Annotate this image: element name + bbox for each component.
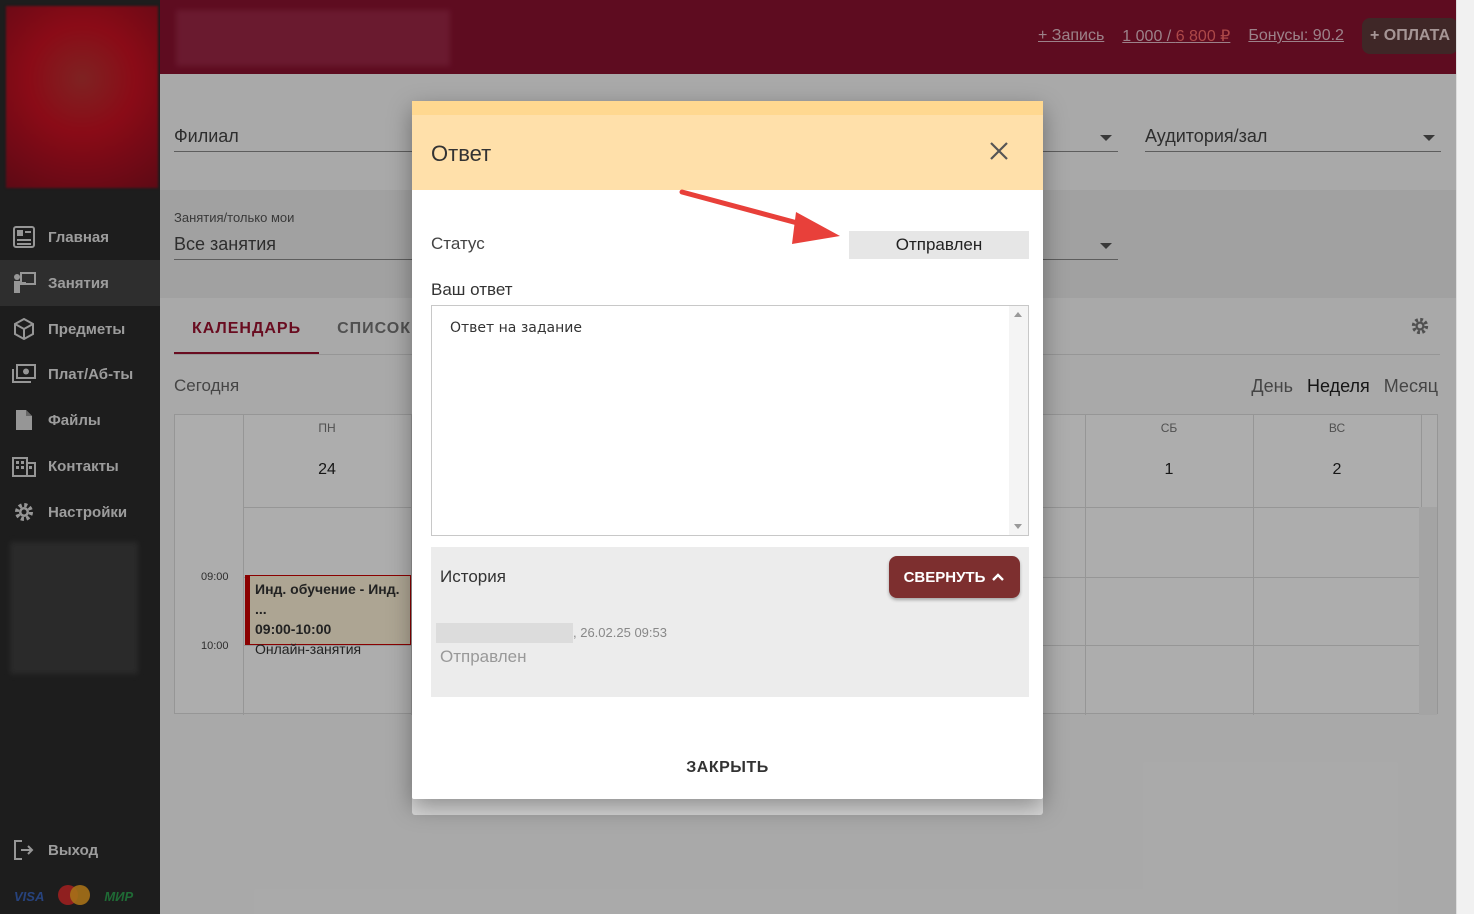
dialog-title: Ответ (431, 141, 492, 166)
close-button[interactable]: ЗАКРЫТЬ (412, 759, 1043, 777)
answer-textarea[interactable]: Ответ на задание (431, 305, 1029, 536)
scroll-down-icon[interactable] (1014, 524, 1022, 529)
dialog-header: Ответ (412, 101, 1043, 190)
status-value: Отправлен (849, 231, 1029, 259)
scroll-up-icon[interactable] (1014, 312, 1022, 317)
page-scrollbar[interactable] (1456, 0, 1474, 914)
history-status: Отправлен (440, 647, 527, 666)
answer-text: Ответ на задание (450, 320, 582, 336)
collapse-button[interactable]: СВЕРНУТЬ (889, 556, 1020, 598)
collapse-label: СВЕРНУТЬ (903, 568, 986, 586)
annotation-arrow (679, 189, 840, 244)
history-title: История (440, 567, 506, 586)
status-label: Статус (431, 234, 485, 253)
chevron-up-icon (992, 573, 1005, 581)
textarea-scrollbar[interactable] (1009, 306, 1028, 535)
history-date: , 26.02.25 09:53 (573, 625, 667, 640)
close-icon[interactable] (989, 137, 1009, 167)
history-user-blurred (436, 623, 573, 643)
history-panel: История СВЕРНУТЬ , 26.02.25 09:53 Отправ… (431, 547, 1029, 697)
answer-label: Ваш ответ (431, 280, 513, 299)
